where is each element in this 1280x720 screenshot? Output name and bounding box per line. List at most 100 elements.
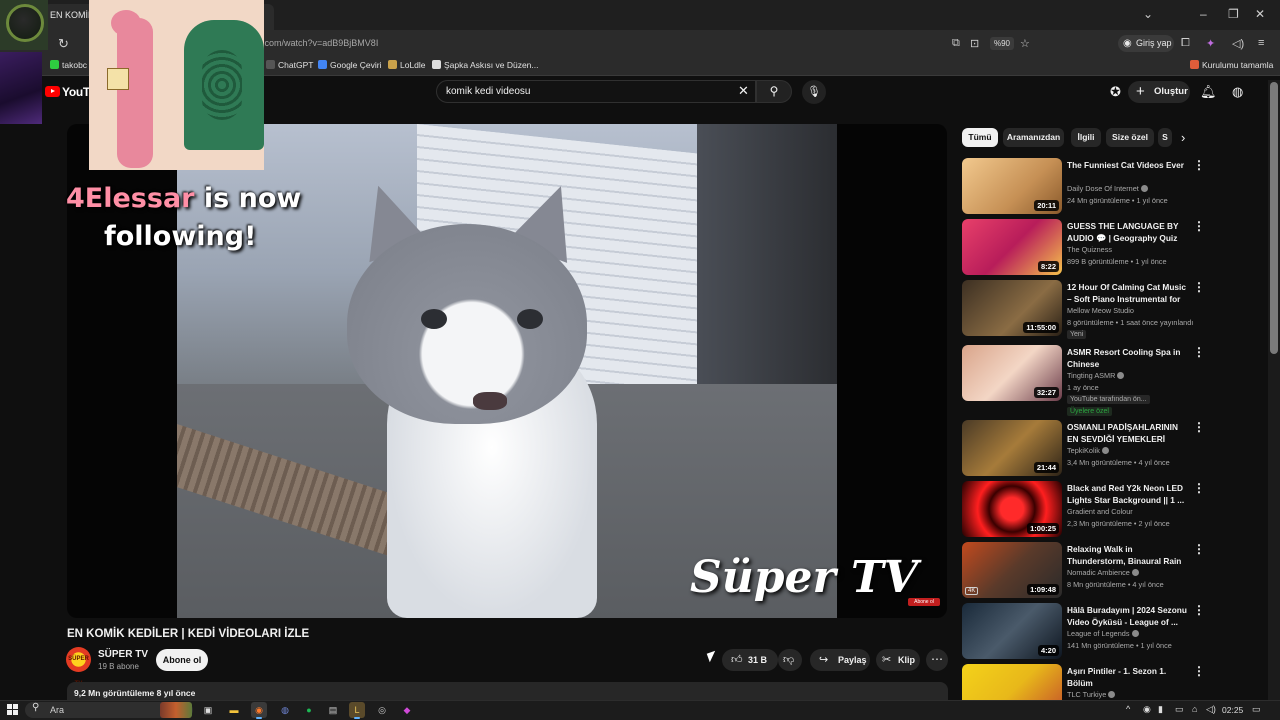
notifications-bell-icon[interactable]: 🔔︎ — [1200, 84, 1217, 100]
channel-name[interactable]: Daily Dose Of Internet — [1067, 184, 1148, 193]
video-title[interactable]: Relaxing Walk in Thunderstorm, Binaural … — [1067, 544, 1189, 567]
channel-name[interactable]: Gradient and Colour — [1067, 507, 1133, 516]
pinned-app-icon[interactable]: ◆ — [399, 702, 415, 718]
clip-button[interactable]: ✂ Klip — [876, 649, 920, 671]
channel-name[interactable]: League of Legends — [1067, 629, 1139, 638]
search-query[interactable]: komik kedi videosu — [446, 86, 530, 97]
cast-icon[interactable]: ✪ — [1110, 84, 1121, 100]
like-button[interactable]: 👍︎ 31 B — [722, 649, 778, 671]
bookmark-item[interactable]: Google Çeviri — [318, 60, 382, 70]
channel-avatar[interactable]: SÜPER TV — [66, 647, 91, 687]
tray-mic-icon[interactable]: ▮ — [1158, 704, 1163, 715]
video-thumbnail[interactable]: 8:22 — [962, 219, 1062, 275]
clear-search-icon[interactable]: ✕ — [738, 83, 749, 99]
network-icon[interactable]: ⌂ — [1192, 704, 1197, 714]
reload-icon[interactable]: ↻ — [58, 36, 69, 52]
account-avatar-icon[interactable]: ◍ — [1232, 84, 1243, 100]
more-actions-button[interactable]: ⋯ — [926, 649, 948, 671]
more-options-icon[interactable]: ⋮ — [1193, 481, 1205, 495]
spotify-icon[interactable]: ● — [301, 702, 317, 718]
extension-purple-icon[interactable]: ✦ — [1206, 37, 1215, 50]
video-title[interactable]: The Funniest Cat Videos Ever — [1067, 160, 1189, 172]
zoom-level[interactable]: %90 — [990, 37, 1014, 50]
bookmark-item[interactable]: LoLdle — [388, 60, 426, 70]
video-title[interactable]: Hâlâ Buradayım | 2024 Sezonu Video Öyküs… — [1067, 605, 1189, 628]
more-options-icon[interactable]: ⋮ — [1193, 420, 1205, 434]
video-title[interactable]: ASMR Resort Cooling Spa in Chinese — [1067, 347, 1189, 370]
file-explorer-icon[interactable]: ▬ — [226, 702, 242, 718]
windows-start-icon[interactable] — [7, 704, 18, 715]
video-title[interactable]: 12 Hour Of Calming Cat Music – Soft Pian… — [1067, 282, 1189, 305]
more-options-icon[interactable]: ⋮ — [1193, 603, 1205, 617]
channel-name[interactable]: Nomadic Ambience — [1067, 568, 1139, 577]
video-thumbnail[interactable]: 20:11 — [962, 158, 1062, 214]
filter-chip[interactable]: S — [1158, 128, 1172, 147]
recommended-video[interactable]: 8:22 GUESS THE LANGUAGE BY AUDIO 💬 | Geog… — [962, 219, 1207, 277]
more-options-icon[interactable]: ⋮ — [1193, 542, 1205, 556]
more-options-icon[interactable]: ⋮ — [1193, 158, 1205, 172]
filter-chip[interactable]: İlgili — [1071, 128, 1101, 147]
video-title[interactable]: Black and Red Y2k Neon LED Lights Star B… — [1067, 483, 1189, 506]
bookmark-item[interactable]: Kurulumu tamamla — [1190, 60, 1273, 70]
subscribe-button[interactable]: Abone ol — [156, 649, 208, 671]
channel-name[interactable]: TepkiKolik — [1067, 446, 1109, 455]
channel-name[interactable]: Tingting ASMR — [1067, 371, 1125, 380]
tray-app-icon[interactable]: ◉ — [1143, 704, 1151, 715]
extensions-icon[interactable]: ⧠ — [1181, 37, 1190, 50]
restore-icon[interactable]: ❐ — [1228, 7, 1239, 21]
task-view-icon[interactable]: ▣ — [200, 702, 216, 718]
recommended-video[interactable]: 4:20 Hâlâ Buradayım | 2024 Sezonu Video Ö… — [962, 603, 1207, 661]
signin-button[interactable]: ◉ Giriş yap — [1118, 35, 1174, 52]
recommended-video[interactable]: 21:44 OSMANLI PADİŞAHLARININ EN SEVDİĞİ Y… — [962, 420, 1207, 478]
speaker-icon[interactable]: ◁) — [1206, 704, 1216, 715]
dislike-button[interactable]: 👎︎ — [778, 649, 802, 671]
tray-display-icon[interactable]: ▭ — [1175, 704, 1184, 715]
url-field[interactable]: be.com/watch?v=adB9BjBMV8I — [252, 38, 378, 48]
create-button[interactable]: + Oluştur — [1128, 81, 1190, 103]
notification-center-icon[interactable]: ▭ — [1252, 704, 1261, 715]
video-thumbnail[interactable]: 1:09:48 4K — [962, 542, 1062, 598]
more-options-icon[interactable]: ⋮ — [1193, 664, 1205, 678]
recommended-video[interactable]: 1:09:48 4K Relaxing Walk in Thunderstorm, … — [962, 542, 1207, 600]
video-thumbnail[interactable]: 1:00:25 — [962, 481, 1062, 537]
discord-icon[interactable]: ◍ — [277, 702, 293, 718]
video-thumbnail[interactable]: 32:27 — [962, 345, 1062, 401]
bookmark-item[interactable]: Şapka Askısı ve Düzen... — [432, 60, 539, 70]
video-title[interactable]: Aşırı Pintiler - 1. Sezon 1. Bölüm — [1067, 666, 1189, 689]
bookmark-item[interactable]: ChatGPT — [266, 60, 313, 70]
more-options-icon[interactable]: ⋮ — [1193, 219, 1205, 233]
volume-icon[interactable]: ◁) — [1232, 37, 1244, 50]
description-box[interactable] — [67, 682, 948, 702]
firefox-icon[interactable]: ◉ — [251, 702, 267, 719]
more-options-icon[interactable]: ⋮ — [1193, 280, 1205, 294]
share-button[interactable]: ↪ Paylaş — [810, 649, 870, 671]
recommended-video[interactable]: 11:55:00 12 Hour Of Calming Cat Music – S… — [962, 280, 1207, 339]
taskbar-search-placeholder[interactable]: Ara — [50, 705, 64, 715]
tab-list-chevron-icon[interactable]: ⌄ — [1143, 7, 1153, 21]
install-app-icon[interactable]: ⊡ — [970, 37, 979, 50]
browser-tab-title[interactable]: EN KOMİK — [50, 10, 94, 20]
recommended-video[interactable]: 32:27 ASMR Resort Cooling Spa in Chinese T… — [962, 345, 1207, 416]
subscribe-badge[interactable]: Abone ol — [908, 598, 940, 606]
channel-name[interactable]: SÜPER TV — [98, 649, 148, 660]
filter-chip[interactable]: Aramanızdan — [1003, 128, 1064, 147]
video-thumbnail[interactable]: 4:20 — [962, 603, 1062, 659]
browser-menu-icon[interactable]: ≡ — [1258, 37, 1264, 49]
taskbar-clock[interactable]: 02:25 — [1222, 705, 1243, 715]
close-window-icon[interactable]: ✕ — [1255, 7, 1265, 21]
league-client-icon[interactable]: L — [349, 702, 365, 719]
voice-search-button[interactable]: 🎙︎ — [802, 80, 826, 104]
filter-chip[interactable]: Tümü — [962, 128, 998, 147]
bookmark-star-icon[interactable]: ☆ — [1020, 37, 1030, 50]
video-title[interactable]: OSMANLI PADİŞAHLARININ EN SEVDİĞİ YEMEKL… — [1067, 422, 1189, 445]
channel-name[interactable]: TLC Turkiye — [1067, 690, 1116, 699]
recommended-video[interactable]: 20:11 The Funniest Cat Videos Ever Daily D… — [962, 158, 1207, 216]
filter-chip[interactable]: Size özel — [1106, 128, 1154, 147]
obs-icon[interactable]: ◎ — [374, 702, 390, 718]
video-thumbnail[interactable]: 11:55:00 — [962, 280, 1062, 336]
picture-in-picture-icon[interactable]: ⧉ — [952, 37, 960, 50]
video-title[interactable]: GUESS THE LANGUAGE BY AUDIO 💬 | Geograph… — [1067, 221, 1189, 244]
recommended-video[interactable]: 1:00:25 Black and Red Y2k Neon LED Lights… — [962, 481, 1207, 539]
bookmark-item[interactable]: takobc — [50, 60, 87, 70]
chips-next-chevron-icon[interactable]: › — [1181, 130, 1185, 145]
